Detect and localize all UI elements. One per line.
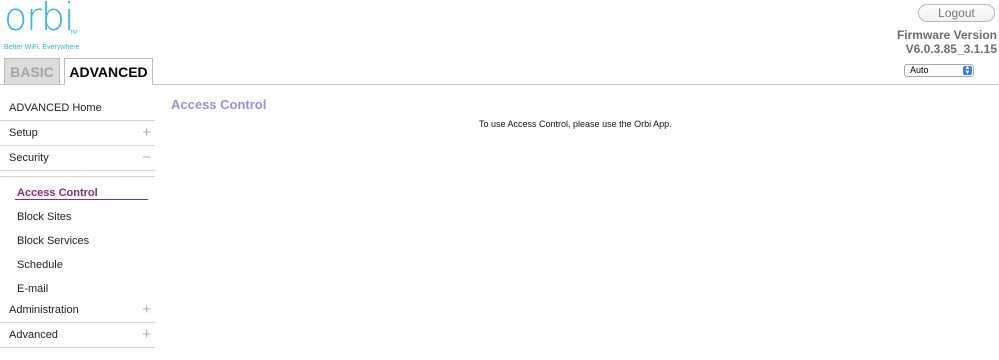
submenu-item-email[interactable]: E-mail bbox=[17, 283, 48, 295]
select-arrows-icon: ▲ ▼ bbox=[963, 65, 972, 76]
submenu-item-access-control-label[interactable]: Access Control bbox=[17, 187, 98, 199]
info-message: To use Access Control, please use the Or… bbox=[479, 119, 672, 129]
logout-button[interactable]: Logout bbox=[918, 4, 995, 22]
submenu-item-block-sites-label[interactable]: Block Sites bbox=[17, 211, 71, 223]
firmware-label: Firmware Version bbox=[896, 28, 997, 42]
sidebar-item-label: Advanced bbox=[9, 329, 58, 341]
firmware-version: V6.0.3.85_3.1.15 bbox=[905, 42, 997, 56]
sidebar-overlay: Access Control Block Sites Block Service… bbox=[0, 96, 155, 360]
sidebar-item-advanced[interactable]: Advanced + bbox=[0, 323, 155, 348]
active-tab-gap bbox=[65, 84, 152, 85]
submenu-item-block-services-label[interactable]: Block Services bbox=[17, 235, 89, 247]
orbi-logo: orbi TM Better WiFi. Everywhere bbox=[4, 0, 94, 51]
firmware-info: Firmware Version V6.0.3.85_3.1.15 bbox=[897, 28, 997, 56]
logo-tagline: Better WiFi. Everywhere bbox=[4, 44, 80, 51]
page-title: Access Control bbox=[171, 97, 267, 112]
expand-plus-icon[interactable]: + bbox=[142, 323, 151, 347]
submenu-item-schedule[interactable]: Schedule bbox=[17, 259, 63, 271]
expand-plus-icon[interactable]: + bbox=[142, 298, 151, 322]
language-select[interactable]: Auto ▲ ▼ bbox=[904, 64, 974, 77]
active-item-underline bbox=[15, 199, 148, 200]
submenu-top-divider bbox=[0, 176, 155, 177]
tab-advanced[interactable]: ADVANCED bbox=[64, 58, 153, 85]
logo-wordmark: orbi bbox=[4, 0, 75, 39]
sidebar-item-label: Administration bbox=[9, 304, 79, 316]
sidebar-bottom-items: Administration + Advanced + bbox=[0, 298, 155, 348]
tab-basic[interactable]: BASIC bbox=[4, 58, 60, 84]
logo-trademark: TM bbox=[70, 30, 78, 36]
language-select-value: Auto bbox=[910, 65, 929, 75]
sidebar-item-administration[interactable]: Administration + bbox=[0, 298, 155, 323]
